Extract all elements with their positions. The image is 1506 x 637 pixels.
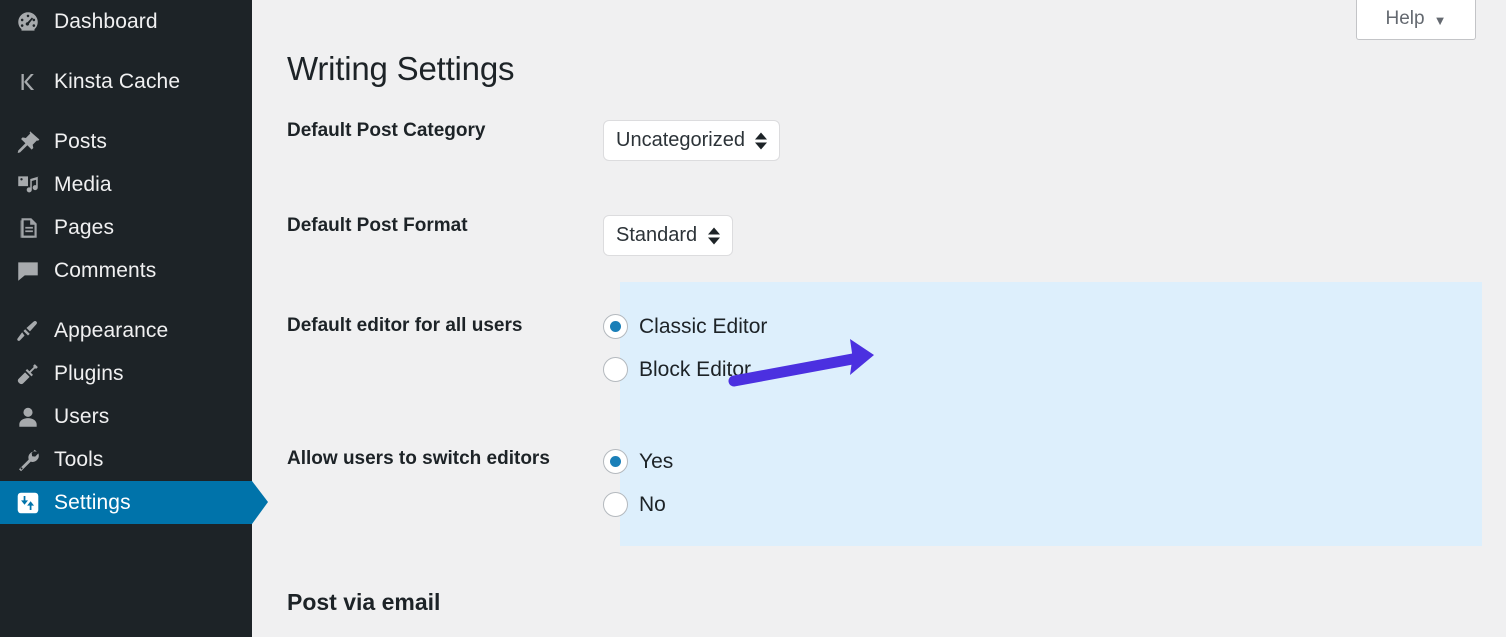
default-editor-for-all-users-radio-group: Classic Editor Block Editor — [603, 305, 1506, 391]
radio-option-block-editor[interactable]: Block Editor — [603, 348, 1506, 391]
sidebar-item-label: Comments — [46, 260, 156, 281]
help-tab-button[interactable]: Help ▼ — [1356, 0, 1476, 40]
sidebar-item-pages[interactable]: Pages — [0, 206, 252, 249]
page-title: Writing Settings — [287, 50, 514, 88]
form-label: Default Post Format — [252, 215, 603, 256]
form-field: Yes No — [603, 440, 1506, 526]
radio-button-block-editor[interactable] — [603, 357, 628, 382]
paintbrush-icon — [10, 313, 46, 349]
comment-bubble-icon — [10, 253, 46, 289]
form-label: Default editor for all users — [252, 305, 603, 391]
sidebar-item-label: Kinsta Cache — [46, 71, 180, 92]
page-icon — [10, 210, 46, 246]
sidebar-item-appearance[interactable]: Appearance — [0, 309, 252, 352]
radio-label: Classic Editor — [628, 315, 767, 339]
menu-separator — [0, 292, 252, 309]
sidebar-item-kinsta-cache[interactable]: Kinsta Cache — [0, 60, 252, 103]
settings-sliders-icon — [10, 485, 46, 521]
menu-separator — [0, 43, 252, 60]
sidebar-item-tools[interactable]: Tools — [0, 438, 252, 481]
form-field: Standard — [603, 215, 1506, 256]
sidebar-item-plugins[interactable]: Plugins — [0, 352, 252, 395]
sidebar-item-label: Tools — [46, 449, 104, 470]
sidebar-item-media[interactable]: Media — [0, 163, 252, 206]
sidebar-item-label: Media — [46, 174, 112, 195]
default-post-format-select[interactable]: Standard — [603, 215, 733, 256]
wordpress-admin-screen: Dashboard Kinsta Cache Posts Media Pages Comm… — [0, 0, 1506, 637]
admin-menu: Dashboard Kinsta Cache Posts Media Pages Comm… — [0, 0, 252, 524]
radio-option-classic-editor[interactable]: Classic Editor — [603, 305, 1506, 348]
form-row-default-post-format: Default Post FormatStandard — [252, 215, 1506, 256]
sidebar-item-settings[interactable]: Settings — [0, 481, 252, 524]
form-field: Classic Editor Block Editor — [603, 305, 1506, 391]
sidebar-item-label: Settings — [46, 492, 131, 513]
radio-button-yes[interactable] — [603, 449, 628, 474]
form-row-default-post-category: Default Post CategoryUncategorized — [252, 120, 1506, 161]
radio-option-yes[interactable]: Yes — [603, 440, 1506, 483]
help-label: Help — [1386, 8, 1425, 30]
kinsta-k-icon — [10, 64, 46, 100]
sidebar-item-label: Appearance — [46, 320, 168, 341]
sidebar-item-label: Users — [46, 406, 109, 427]
form-label: Default Post Category — [252, 120, 603, 161]
menu-separator — [0, 103, 252, 120]
plug-icon — [10, 356, 46, 392]
current-menu-pointer-icon — [252, 481, 268, 524]
sidebar-item-label: Posts — [46, 131, 107, 152]
radio-label: No — [628, 493, 666, 517]
main-content: Help ▼ Writing Settings Default Post Cat… — [252, 0, 1506, 637]
user-icon — [10, 399, 46, 435]
radio-label: Block Editor — [628, 358, 751, 382]
sidebar-item-comments[interactable]: Comments — [0, 249, 252, 292]
pin-icon — [10, 124, 46, 160]
form-field: Uncategorized — [603, 120, 1506, 161]
radio-button-classic-editor[interactable] — [603, 314, 628, 339]
sidebar-item-dashboard[interactable]: Dashboard — [0, 0, 252, 43]
admin-sidebar: Dashboard Kinsta Cache Posts Media Pages Comm… — [0, 0, 252, 637]
sidebar-item-label: Pages — [46, 217, 114, 238]
media-icon — [10, 167, 46, 203]
radio-label: Yes — [628, 450, 673, 474]
sidebar-item-users[interactable]: Users — [0, 395, 252, 438]
default-post-category-select[interactable]: Uncategorized — [603, 120, 780, 161]
form-label: Allow users to switch editors — [252, 440, 603, 526]
form-row-default-editor-for-all-users: Default editor for all usersClassic Edit… — [252, 305, 1506, 391]
sidebar-item-label: Dashboard — [46, 11, 158, 32]
sidebar-item-posts[interactable]: Posts — [0, 120, 252, 163]
form-row-allow-users-to-switch-editors: Allow users to switch editors Yes No — [252, 440, 1506, 526]
radio-button-no[interactable] — [603, 492, 628, 517]
dashboard-gauge-icon — [10, 4, 46, 40]
chevron-down-icon: ▼ — [1434, 13, 1447, 28]
wrench-icon — [10, 442, 46, 478]
radio-option-no[interactable]: No — [603, 483, 1506, 526]
sidebar-item-label: Plugins — [46, 363, 124, 384]
select-wrapper: Uncategorized — [603, 120, 780, 161]
select-wrapper: Standard — [603, 215, 733, 256]
post-via-email-heading: Post via email — [287, 589, 440, 616]
allow-users-to-switch-editors-radio-group: Yes No — [603, 440, 1506, 526]
